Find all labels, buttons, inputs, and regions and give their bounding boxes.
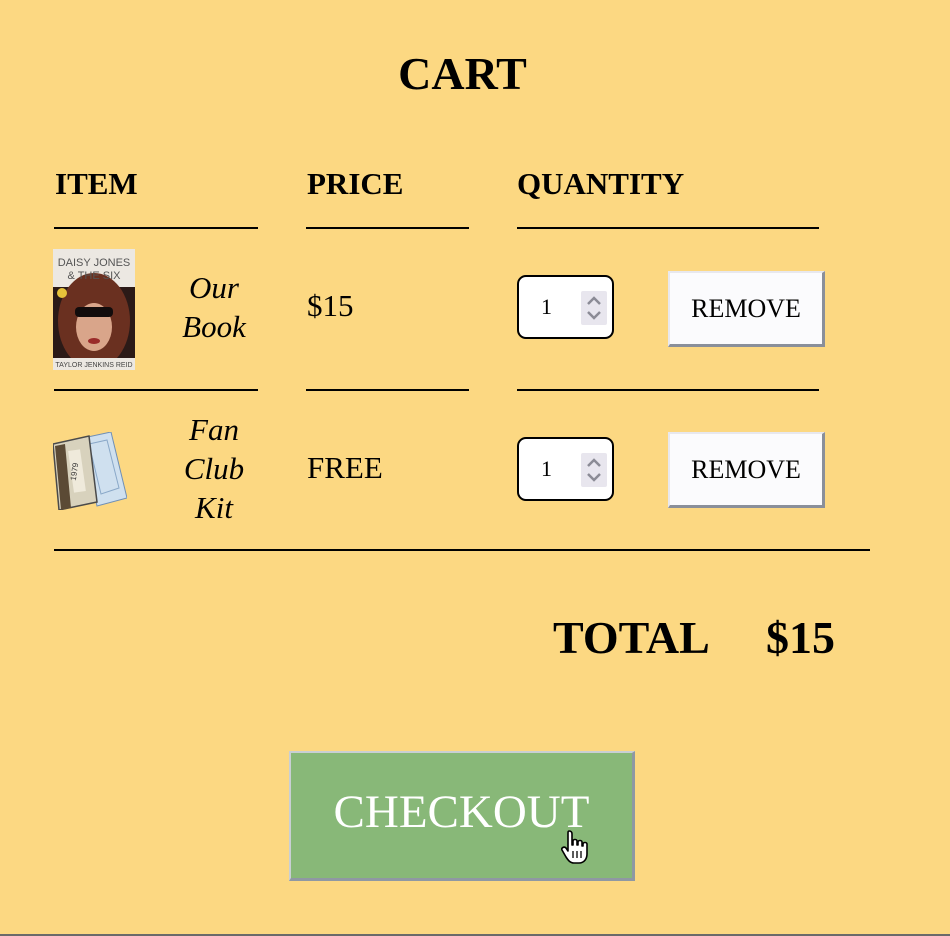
cover-author-text: TAYLOR JENKINS REID xyxy=(55,362,132,369)
page-title: CART xyxy=(398,48,527,99)
item-name: Our Book xyxy=(182,270,246,344)
row-divider-item xyxy=(54,389,258,391)
quantity-value: 1 xyxy=(541,294,552,319)
hand-cursor-icon xyxy=(561,829,593,865)
cover-subtitle-text: & THE SIX xyxy=(68,270,122,282)
book-cover-thumbnail: DAISY JONES & THE SIX TAYLOR JENKINS REI… xyxy=(53,249,135,370)
remove-button[interactable]: REMOVE xyxy=(668,432,825,508)
cover-title-text: DAISY JONES xyxy=(58,257,131,269)
item-name: Fan Club Kit xyxy=(183,412,245,525)
row-divider-price xyxy=(306,389,469,391)
spinner-down-icon[interactable] xyxy=(587,311,601,320)
header-divider-item xyxy=(54,227,258,229)
spinner-up-icon[interactable] xyxy=(587,296,601,305)
quantity-stepper[interactable]: 1 xyxy=(517,275,614,339)
header-divider-price xyxy=(306,227,469,229)
item-price: FREE xyxy=(307,450,383,485)
fan-club-kit-thumbnail: 1979 xyxy=(53,432,127,510)
remove-button[interactable]: REMOVE xyxy=(668,271,825,347)
total-value: $15 xyxy=(766,612,835,663)
table-bottom-divider xyxy=(54,549,870,551)
spinner[interactable] xyxy=(581,453,607,487)
header-divider-quantity xyxy=(517,227,819,229)
column-header-quantity: QUANTITY xyxy=(517,166,685,201)
total-label: TOTAL xyxy=(553,612,710,663)
spinner-down-icon[interactable] xyxy=(587,473,601,482)
quantity-stepper[interactable]: 1 xyxy=(517,437,614,501)
quantity-value: 1 xyxy=(541,456,552,481)
column-header-price: PRICE xyxy=(307,166,404,201)
item-price: $15 xyxy=(307,288,354,323)
spinner-up-icon[interactable] xyxy=(587,458,601,467)
row-divider-quantity xyxy=(517,389,819,391)
spinner[interactable] xyxy=(581,291,607,325)
column-header-item: ITEM xyxy=(55,166,138,201)
